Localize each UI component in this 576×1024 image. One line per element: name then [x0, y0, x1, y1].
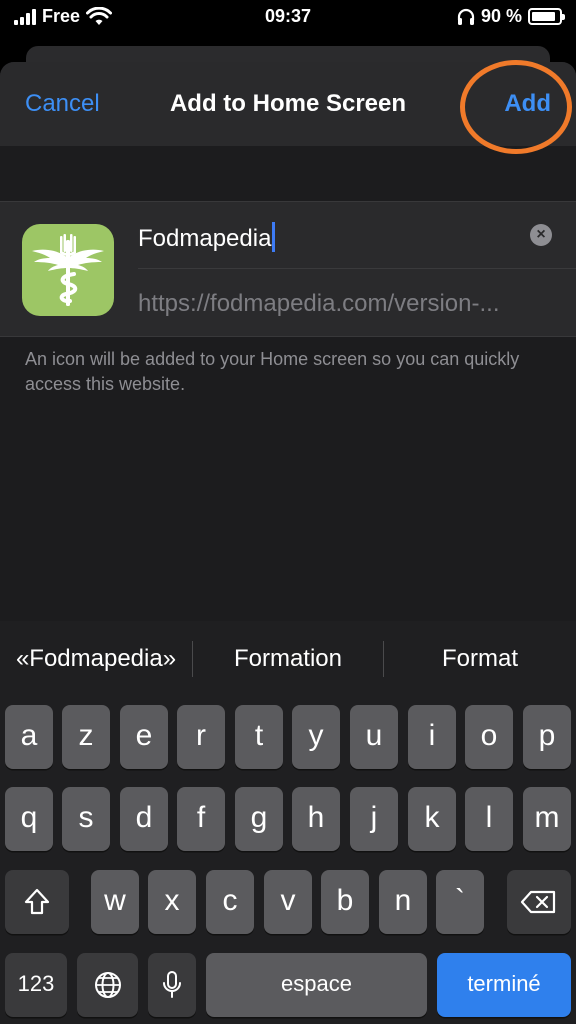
- key-g[interactable]: g: [235, 787, 283, 851]
- suggestion-2[interactable]: Formation: [193, 621, 383, 697]
- microphone-icon: [163, 971, 181, 998]
- shift-key[interactable]: [5, 870, 69, 934]
- shift-icon: [24, 888, 50, 915]
- key-a[interactable]: a: [5, 705, 53, 769]
- headphones-icon: [457, 8, 475, 25]
- name-value: Fodmapedia: [138, 225, 272, 252]
- keyboard: «Fodmapedia» Formation Format a z e r t …: [0, 621, 576, 1024]
- key-m[interactable]: m: [523, 787, 571, 851]
- name-input[interactable]: Fodmapedia: [138, 222, 276, 253]
- key-k[interactable]: k: [408, 787, 456, 851]
- key-o[interactable]: o: [465, 705, 513, 769]
- key-q[interactable]: q: [5, 787, 53, 851]
- status-bar: Free 09:37 90 %: [0, 0, 576, 34]
- battery-percent: 90 %: [480, 6, 522, 26]
- status-right: 90 %: [457, 6, 565, 27]
- done-key[interactable]: terminé: [437, 953, 571, 1017]
- backspace-key[interactable]: [507, 870, 571, 934]
- battery-icon: [528, 8, 565, 25]
- suggestion-1[interactable]: «Fodmapedia»: [0, 621, 192, 697]
- add-button[interactable]: Add: [504, 90, 551, 118]
- key-l[interactable]: l: [465, 787, 513, 851]
- key-d[interactable]: d: [120, 787, 168, 851]
- key-h[interactable]: h: [292, 787, 340, 851]
- globe-icon: [94, 972, 121, 998]
- key-t[interactable]: t: [235, 705, 283, 769]
- battery-fill: [532, 12, 556, 21]
- sheet-nav-bar: Cancel Add to Home Screen Add: [0, 60, 576, 154]
- text-cursor: [272, 222, 276, 252]
- globe-key[interactable]: [77, 953, 138, 1017]
- app-icon-preview: [22, 224, 114, 316]
- key-y[interactable]: y: [292, 705, 340, 769]
- key-apostrophe[interactable]: `: [436, 870, 484, 934]
- key-f[interactable]: f: [177, 787, 225, 851]
- key-s[interactable]: s: [62, 787, 110, 851]
- backspace-icon: [520, 890, 556, 914]
- numbers-key[interactable]: 123: [5, 953, 67, 1017]
- suggestion-bar: «Fodmapedia» Formation Format: [0, 621, 576, 697]
- info-text: An icon will be added to your Home scree…: [25, 349, 520, 394]
- caduceus-icon: [32, 234, 104, 306]
- shortcut-form: Fodmapedia × https://fodmapedia.com/vers…: [0, 201, 576, 337]
- microphone-key[interactable]: [148, 953, 196, 1017]
- key-i[interactable]: i: [408, 705, 456, 769]
- key-c[interactable]: c: [206, 870, 254, 934]
- key-b[interactable]: b: [321, 870, 369, 934]
- key-v[interactable]: v: [264, 870, 312, 934]
- key-z[interactable]: z: [62, 705, 110, 769]
- url-field: https://fodmapedia.com/version-...: [138, 290, 500, 317]
- key-j[interactable]: j: [350, 787, 398, 851]
- key-n[interactable]: n: [379, 870, 427, 934]
- cancel-button[interactable]: Cancel: [25, 90, 100, 118]
- space-key[interactable]: espace: [206, 953, 427, 1017]
- key-p[interactable]: p: [523, 705, 571, 769]
- key-x[interactable]: x: [148, 870, 196, 934]
- key-e[interactable]: e: [120, 705, 168, 769]
- key-w[interactable]: w: [91, 870, 139, 934]
- clear-icon[interactable]: ×: [530, 224, 552, 246]
- name-field[interactable]: Fodmapedia ×: [138, 202, 576, 269]
- suggestion-3[interactable]: Format: [384, 621, 576, 697]
- key-u[interactable]: u: [350, 705, 398, 769]
- key-r[interactable]: r: [177, 705, 225, 769]
